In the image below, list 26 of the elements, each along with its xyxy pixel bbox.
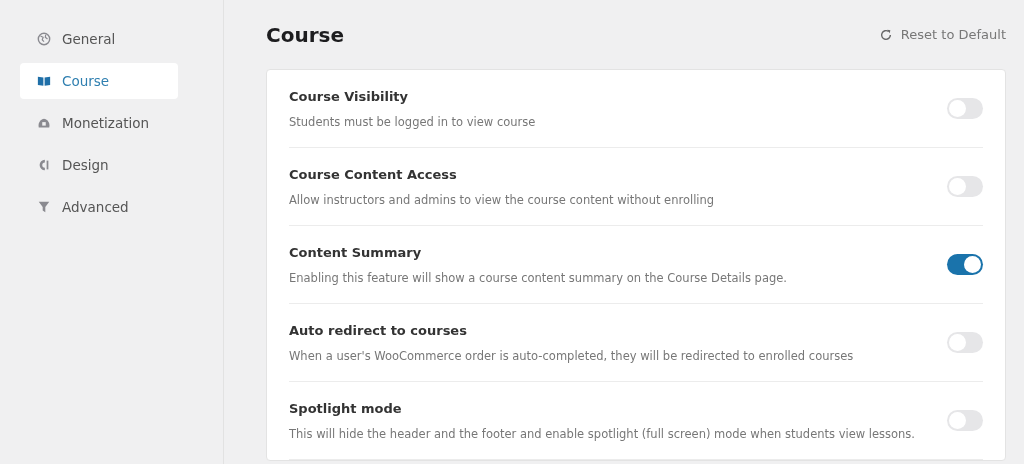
toggle-switch[interactable] xyxy=(947,332,983,353)
reset-icon xyxy=(878,27,893,42)
setting-description: Students must be logged in to view course xyxy=(289,114,536,129)
sidebar-item[interactable]: Design xyxy=(20,147,178,183)
setting-description: When a user's WooCommerce order is auto-completed, they will be redirected to enrolled courses xyxy=(289,348,854,363)
sidebar-item[interactable]: General xyxy=(20,21,178,57)
toggle-switch[interactable] xyxy=(947,410,983,431)
setting-description: Allow instructors and admins to view the course content without enrolling xyxy=(289,192,715,207)
setting-title: Course Content Access xyxy=(289,166,458,182)
sidebar-item[interactable]: Course xyxy=(20,63,178,99)
setting-description: Enabling this feature will show a course content summary on the Course Details page. xyxy=(289,270,787,285)
toggle-switch[interactable] xyxy=(947,98,983,119)
filter-icon xyxy=(37,200,51,214)
setting-description: This will hide the header and the footer and enable spotlight (full screen) mode when students view lessons. xyxy=(289,426,916,441)
setting-title: Auto redirect to courses xyxy=(289,322,468,338)
sidebar-item[interactable]: Monetization xyxy=(20,105,178,141)
toggle-switch[interactable] xyxy=(947,254,983,275)
setting-title: Content Summary xyxy=(289,244,423,260)
sidebar-item[interactable]: Advanced xyxy=(20,189,178,225)
setting-title: Spotlight mode xyxy=(289,400,403,416)
setting-title: Course Visibility xyxy=(289,88,410,104)
globe-icon xyxy=(37,32,51,46)
page-title: Course xyxy=(266,22,344,47)
book-icon xyxy=(37,74,51,88)
reset-button[interactable]: Reset to Default xyxy=(878,27,1006,42)
toggle-switch[interactable] xyxy=(947,176,983,197)
